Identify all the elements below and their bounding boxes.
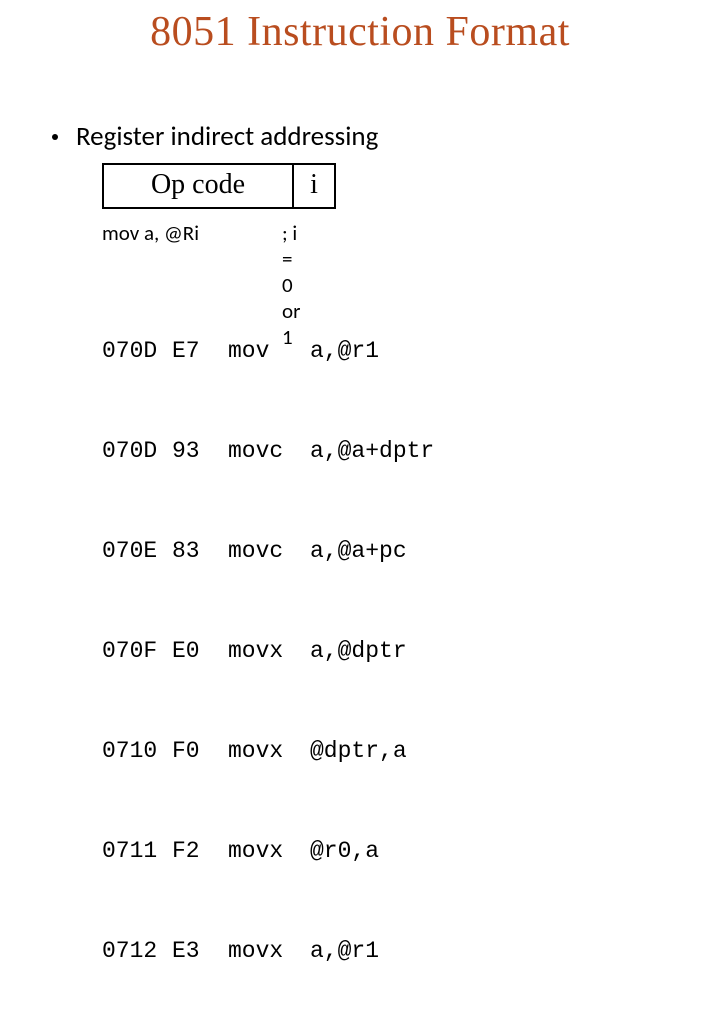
code-mnemonic: movc [228, 435, 310, 468]
code-operands: a,@dptr [310, 635, 407, 668]
code-addr: 070D [102, 435, 172, 468]
code-row: 0710F0movx@dptr,a [102, 735, 434, 768]
code-row: 0712E3movxa,@r1 [102, 935, 434, 968]
example-mnemonic: mov a, @Ri [102, 220, 199, 246]
code-mnemonic: movx [228, 935, 310, 968]
bullet-text: Register indirect addressing [76, 120, 378, 153]
code-mnemonic: movx [228, 735, 310, 768]
code-operands: a,@r1 [310, 935, 379, 968]
code-operands: @dptr,a [310, 735, 407, 768]
code-addr: 0710 [102, 735, 172, 768]
slide: 8051 Instruction Format Register indirec… [0, 0, 720, 540]
code-addr: 0711 [102, 835, 172, 868]
code-hex: E0 [172, 635, 228, 668]
code-hex: E7 [172, 335, 228, 368]
i-bit-cell: i [294, 163, 336, 209]
code-addr: 070D [102, 335, 172, 368]
code-row: 070D93movca,@a+dptr [102, 435, 434, 468]
opcode-cell: Op code [102, 163, 294, 209]
code-listing: 070DE7mova,@r1 070D93movca,@a+dptr 070E8… [102, 268, 434, 1035]
code-hex: F2 [172, 835, 228, 868]
code-addr: 070F [102, 635, 172, 668]
bullet-dot-icon [52, 134, 58, 140]
code-mnemonic: movx [228, 835, 310, 868]
code-mnemonic: movx [228, 635, 310, 668]
code-operands: a,@r1 [310, 335, 379, 368]
code-hex: E3 [172, 935, 228, 968]
example-line: mov a, @Ri ; i = 0 or 1 [102, 220, 199, 246]
code-operands: a,@a+dptr [310, 435, 434, 468]
code-hex: 93 [172, 435, 228, 468]
code-row: 070DE7mova,@r1 [102, 335, 434, 368]
code-row: 070FE0movxa,@dptr [102, 635, 434, 668]
code-operands: @r0,a [310, 835, 379, 868]
slide-title: 8051 Instruction Format [0, 8, 720, 56]
code-hex: F0 [172, 735, 228, 768]
code-row: 0711F2movx@r0,a [102, 835, 434, 868]
bullet-item: Register indirect addressing [52, 120, 378, 153]
code-mnemonic: mov [228, 335, 310, 368]
instruction-format-box: Op code i [102, 163, 336, 209]
code-addr: 0712 [102, 935, 172, 968]
